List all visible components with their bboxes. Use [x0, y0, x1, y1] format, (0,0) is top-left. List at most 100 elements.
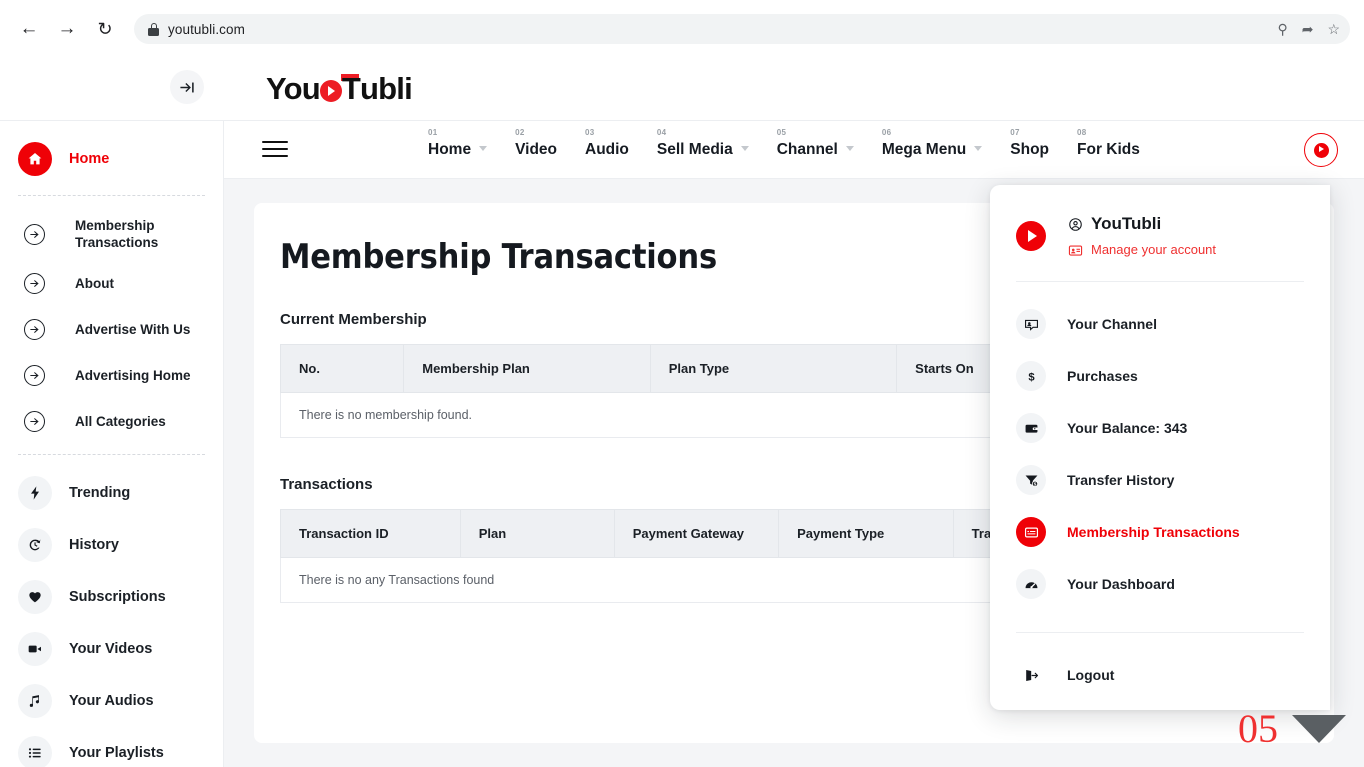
- sidebar-item-label: Advertise With Us: [75, 321, 191, 337]
- dropdown-item-label: Purchases: [1067, 368, 1138, 384]
- triangle-down-icon[interactable]: [1292, 715, 1346, 743]
- nav-item-video[interactable]: 02 Video: [501, 127, 571, 161]
- star-icon[interactable]: ☆: [1327, 22, 1340, 36]
- dropdown-item-label: Your Dashboard: [1067, 576, 1175, 592]
- slide-number: 05: [1238, 706, 1278, 751]
- logo-play-icon: [319, 80, 342, 102]
- dropdown-item-label: Logout: [1067, 667, 1115, 683]
- dollar-glyph: $: [1028, 371, 1035, 383]
- column-header[interactable]: Payment Type: [778, 509, 954, 558]
- nav-item-label: Shop: [1010, 141, 1050, 158]
- column-header[interactable]: Plan: [459, 509, 615, 558]
- sidebar-item-label: History: [69, 536, 119, 553]
- omnibox-actions: ⚲ ➦ ☆: [1277, 14, 1340, 44]
- dropdown-item-your-balance[interactable]: Your Balance: 343: [990, 402, 1330, 454]
- sidebar-item-about[interactable]: About: [0, 260, 223, 306]
- logo-text-3: ubli: [360, 71, 413, 106]
- sidebar-item-subscriptions[interactable]: Subscriptions: [0, 571, 223, 623]
- membership-card-glyph: [1024, 527, 1038, 537]
- arrow-circle-right-icon: [24, 364, 45, 386]
- chevron-down-icon: [974, 146, 983, 151]
- account-name: YouTubli: [1091, 214, 1162, 233]
- logo-text-2: T: [341, 71, 361, 106]
- nav-item-list: 01 Home 02 Video 03 Audio 04 Sell Media …: [414, 127, 1154, 161]
- nav-item-shop[interactable]: 07 Shop: [996, 127, 1063, 161]
- record-play-button-icon[interactable]: [1304, 133, 1338, 167]
- sidebar-item-membership-transactions[interactable]: Membership Transactions: [0, 208, 223, 260]
- sidebar-item-label: Your Playlists: [69, 744, 164, 761]
- column-header[interactable]: Payment Gateway: [613, 509, 780, 558]
- sidebar-item-advertising-home[interactable]: Advertising Home: [0, 352, 223, 398]
- slide-indicator: 05: [1238, 709, 1346, 749]
- account-summary[interactable]: YouTubli Manage your account: [990, 213, 1330, 259]
- sidebar-item-label: Advertising Home: [75, 367, 191, 383]
- nav-item-audio[interactable]: 03 Audio: [571, 127, 643, 161]
- sidebar-item-all-categories[interactable]: All Categories: [0, 398, 223, 444]
- site-header: YouTubli 0: [0, 58, 1364, 166]
- home-glyph: [28, 153, 42, 165]
- zoom-icon[interactable]: ⚲: [1277, 22, 1287, 36]
- chevron-down-icon: [740, 146, 749, 151]
- nav-item-label: Sell Media: [656, 141, 733, 158]
- sidebar-item-your-playlists[interactable]: Your Playlists: [0, 727, 223, 767]
- nav-item-label: Mega Menu: [881, 141, 967, 158]
- main-navigation: 01 Home 02 Video 03 Audio 04 Sell Media …: [224, 121, 1364, 179]
- chevron-down-icon: [845, 146, 854, 151]
- nav-item-sell-media[interactable]: 04 Sell Media: [643, 127, 763, 161]
- column-header[interactable]: No.: [279, 344, 405, 393]
- nav-item-number: 01: [428, 128, 438, 137]
- address-bar[interactable]: youtubli.com ⚲ ➦ ☆: [134, 14, 1350, 44]
- back-arrow-icon[interactable]: ←: [14, 14, 44, 44]
- home-icon: [18, 142, 52, 176]
- dropdown-item-your-channel[interactable]: Your Channel: [990, 298, 1330, 350]
- logo-t-highlight: T: [340, 70, 361, 108]
- sidebar-item-your-videos[interactable]: Your Videos: [0, 623, 223, 675]
- column-header[interactable]: Plan Type: [649, 344, 898, 393]
- dropdown-item-logout[interactable]: Logout: [990, 649, 1330, 701]
- dropdown-divider-bottom: [1016, 632, 1304, 633]
- manage-account-label: Manage your account: [1091, 242, 1217, 257]
- share-icon[interactable]: ➦: [1302, 22, 1314, 36]
- collapse-sidebar-button[interactable]: [170, 70, 204, 104]
- nav-item-channel[interactable]: 05 Channel: [763, 127, 868, 161]
- column-header[interactable]: Membership Plan: [403, 344, 651, 393]
- column-header[interactable]: Transaction ID: [280, 509, 461, 558]
- site-logo[interactable]: You Tubli: [266, 70, 413, 108]
- svg-text:$: $: [1028, 371, 1035, 383]
- dollar-icon: $: [1016, 361, 1046, 391]
- nav-item-mega-menu[interactable]: 06 Mega Menu: [868, 127, 996, 161]
- arrow-right-glyph: [30, 279, 39, 287]
- lightning-bolt-icon: [18, 476, 52, 510]
- nav-item-for-kids[interactable]: 08 For Kids: [1063, 127, 1154, 161]
- sidebar-item-your-audios[interactable]: Your Audios: [0, 675, 223, 727]
- dropdown-item-list: Your Channel $ Purchases Your Balance: 3…: [990, 298, 1330, 610]
- sidebar-item-history[interactable]: History: [0, 519, 223, 571]
- dropdown-item-label: Membership Transactions: [1067, 524, 1240, 540]
- arrow-circle-right-icon: [24, 272, 45, 294]
- arrow-right-glyph: [30, 230, 39, 238]
- dropdown-item-membership-transactions[interactable]: Membership Transactions: [990, 506, 1330, 558]
- dropdown-item-purchases[interactable]: $ Purchases: [990, 350, 1330, 402]
- arrow-circle-right-icon: [24, 223, 45, 245]
- manage-account-link[interactable]: Manage your account: [1068, 241, 1216, 259]
- arrow-circle-right-icon: [24, 318, 45, 340]
- nav-item-label: Video: [515, 141, 557, 158]
- hamburger-menu-icon[interactable]: [262, 141, 288, 157]
- dashboard-gauge-icon: [1016, 569, 1046, 599]
- dropdown-item-transfer-history[interactable]: $ Transfer History: [990, 454, 1330, 506]
- history-icon: [18, 528, 52, 562]
- nav-item-home[interactable]: 01 Home: [414, 127, 501, 161]
- forward-arrow-icon[interactable]: →: [52, 14, 82, 44]
- nav-item-number: 05: [776, 128, 787, 137]
- sidebar-item-trending[interactable]: Trending: [0, 467, 223, 519]
- arrow-right-glyph: [30, 371, 39, 379]
- nav-item-label: For Kids: [1077, 141, 1140, 158]
- nav-item-number: 03: [585, 128, 595, 137]
- dropdown-item-your-dashboard[interactable]: Your Dashboard: [990, 558, 1330, 610]
- arrow-right-glyph: [30, 417, 39, 425]
- heart-icon: [18, 580, 52, 614]
- sidebar-item-advertise-with-us[interactable]: Advertise With Us: [0, 306, 223, 352]
- reload-icon[interactable]: ↻: [90, 14, 120, 44]
- sidebar-item-home[interactable]: Home: [0, 133, 223, 185]
- logout-glyph: [1025, 669, 1038, 681]
